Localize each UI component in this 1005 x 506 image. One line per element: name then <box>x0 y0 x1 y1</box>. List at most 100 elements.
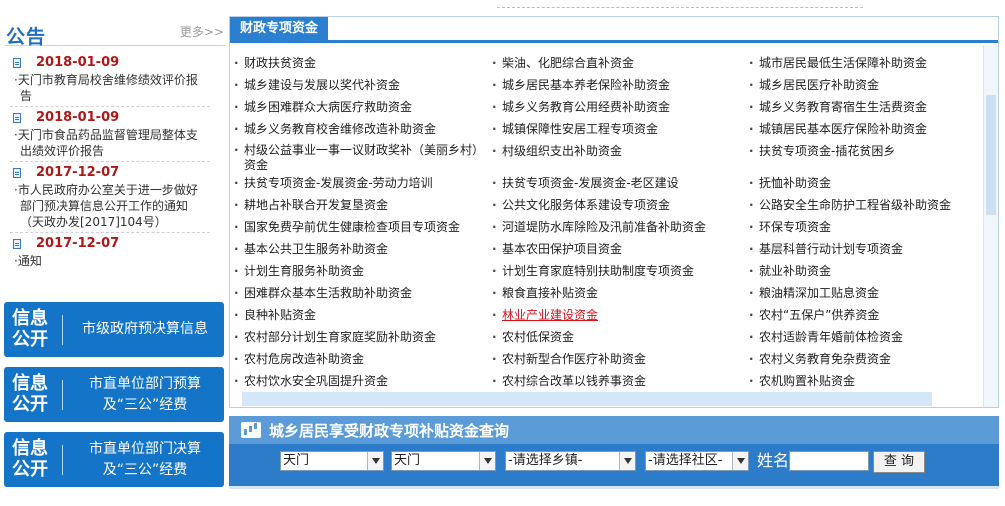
fund-link[interactable]: 基本公共卫生服务补助资金 <box>230 241 492 257</box>
notice-text[interactable]: ·天门市食品药品监督管理局整体支 <box>10 127 210 143</box>
fund-link[interactable]: 农村新型合作医疗补助资金 <box>488 351 744 367</box>
horizontal-scrollbar[interactable] <box>242 392 932 406</box>
fund-link[interactable]: 扶贫专项资金-插花贫困乡 <box>745 143 990 159</box>
fund-link[interactable]: 粮食直接补贴资金 <box>488 285 744 301</box>
fund-link[interactable]: 城乡困难群众大病医疗救助资金 <box>230 99 492 115</box>
county-select[interactable]: 天门 <box>391 451 496 471</box>
city-select[interactable]: 天门 <box>280 451 384 471</box>
fund-link[interactable]: 基本农田保护项目资金 <box>488 241 744 257</box>
fund-row: 农村部分计划生育家庭奖励补助资金农村低保资金农村适龄青年婚前体检资金 <box>230 329 990 351</box>
fund-row: 耕地占补联合开发复垦资金公共文化服务体系建设专项资金公路安全生命防护工程省级补助… <box>230 197 990 219</box>
fund-link[interactable]: 国家免费孕前优生健康检查项目专项资金 <box>230 219 492 235</box>
fund-link[interactable]: 城市居民最低生活保障补助资金 <box>745 55 990 71</box>
fund-link[interactable]: 公共文化服务体系建设专项资金 <box>488 197 744 213</box>
fund-link[interactable]: 城乡建设与发展以奖代补资金 <box>230 77 492 93</box>
document-icon <box>13 58 21 68</box>
notice-text[interactable]: ·天门市教育局校舍维修绩效评价报 <box>10 72 210 88</box>
notice-item[interactable]: 2017-12-07 ·市人民政府办公室关于进一步做好 部门预决算信息公开工作的… <box>10 164 210 233</box>
fund-link[interactable]: 农村综合改革以钱养事资金 <box>488 373 744 389</box>
notice-list: 2018-01-09 ·天门市教育局校舍维修绩效评价报 告 2018-01-09… <box>10 54 210 273</box>
fund-row: 困难群众基本生活救助补助资金粮食直接补贴资金粮油精深加工贴息资金 <box>230 285 990 307</box>
fund-link[interactable]: 农村危房改造补助资金 <box>230 351 492 367</box>
fund-link[interactable]: 计划生育家庭特别扶助制度专项资金 <box>488 263 744 279</box>
banner-divider <box>62 445 63 475</box>
fund-link[interactable]: 基层科普行动计划专项资金 <box>745 241 990 257</box>
fund-link[interactable]: 城镇保障性安居工程专项资金 <box>488 121 744 137</box>
document-icon <box>13 239 21 249</box>
banner-dept-budget[interactable]: 信息 公开 市直单位部门预算 及“三公”经费 <box>4 367 224 422</box>
vertical-scrollbar[interactable] <box>983 45 998 407</box>
banner-text: 市级政府预决算信息 <box>82 321 208 337</box>
fund-link[interactable]: 困难群众基本生活救助补助资金 <box>230 285 492 301</box>
fund-link[interactable]: 农村“五保户”供养资金 <box>745 307 990 323</box>
fund-link[interactable]: 农机购置补贴资金 <box>745 373 990 389</box>
fund-row: 农村危房改造补助资金农村新型合作医疗补助资金农村义务教育免杂费资金 <box>230 351 990 373</box>
fund-link[interactable]: 城乡义务教育寄宿生生活费资金 <box>745 99 990 115</box>
fund-link[interactable]: 农村低保资金 <box>488 329 744 345</box>
query-button[interactable]: 查 询 <box>873 451 925 473</box>
scrollbar-thumb[interactable] <box>986 95 996 215</box>
fund-link[interactable]: 农村义务教育免杂费资金 <box>745 351 990 367</box>
fund-row: 国家免费孕前优生健康检查项目专项资金河道堤防水库除险及汛前准备补助资金环保专项资… <box>230 219 990 241</box>
fund-row: 良种补贴资金林业产业建设资金农村“五保户”供养资金 <box>230 307 990 329</box>
notice-item[interactable]: 2018-01-09 ·天门市教育局校舍维修绩效评价报 告 <box>10 54 210 107</box>
chevron-down-icon[interactable] <box>367 452 383 470</box>
notice-header: 公告 更多>> <box>4 20 226 48</box>
fund-link[interactable]: 公路安全生命防护工程省级补助资金 <box>745 197 990 213</box>
chevron-down-icon[interactable] <box>479 452 495 470</box>
notice-text[interactable]: 出绩效评价报告 <box>10 143 210 159</box>
funds-grid: 财政扶贫资金柴油、化肥综合直补资金城市居民最低生活保障补助资金城乡建设与发展以奖… <box>230 55 990 395</box>
notice-item[interactable]: 2017-12-07 ·通知 <box>10 235 210 271</box>
fund-link[interactable]: 城乡义务教育公用经费补助资金 <box>488 99 744 115</box>
chevron-down-icon[interactable] <box>619 452 635 470</box>
chevron-down-icon[interactable] <box>732 452 748 470</box>
fund-link[interactable]: 抚恤补助资金 <box>745 175 990 191</box>
panel-tabbar: 财政专项资金 <box>230 17 998 43</box>
fund-row: 计划生育服务补助资金计划生育家庭特别扶助制度专项资金就业补助资金 <box>230 263 990 285</box>
fund-link[interactable]: 村级公益事业一事一议财政奖补（美丽乡村）资金 <box>230 143 492 173</box>
fund-link[interactable]: 城镇居民基本医疗保险补助资金 <box>745 121 990 137</box>
notice-text[interactable]: ·市人民政府办公室关于进一步做好 <box>10 182 210 198</box>
top-divider <box>497 0 863 8</box>
fund-link[interactable]: 河道堤防水库除险及汛前准备补助资金 <box>488 219 744 235</box>
fund-link[interactable]: 农村部分计划生育家庭奖励补助资金 <box>230 329 492 345</box>
fund-link[interactable]: 粮油精深加工贴息资金 <box>745 285 990 301</box>
banner-label: 信息 公开 <box>12 438 48 480</box>
fund-link[interactable]: 村级组织支出补助资金 <box>488 143 744 159</box>
fund-row: 村级公益事业一事一议财政奖补（美丽乡村）资金村级组织支出补助资金扶贫专项资金-插… <box>230 143 990 175</box>
fund-link[interactable]: 扶贫专项资金-发展资金-老区建设 <box>488 175 744 191</box>
notice-text[interactable]: ·通知 <box>10 253 210 269</box>
notice-text[interactable]: 部门预决算信息公开工作的通知 <box>10 198 210 214</box>
fund-link[interactable]: 城乡义务教育校舍维修改造补助资金 <box>230 121 492 137</box>
banner-budget-info[interactable]: 信息 公开 市级政府预决算信息 <box>4 302 224 357</box>
fund-link[interactable]: 城乡居民医疗补助资金 <box>745 77 990 93</box>
notice-date: 2018-01-09 <box>10 54 210 72</box>
fund-link[interactable]: 林业产业建设资金 <box>488 307 744 323</box>
township-select[interactable]: -请选择乡镇- <box>505 451 636 471</box>
fund-link[interactable]: 柴油、化肥综合直补资金 <box>488 55 744 71</box>
banner-label: 信息 公开 <box>12 308 48 350</box>
tab-special-funds[interactable]: 财政专项资金 <box>230 17 329 41</box>
name-input[interactable] <box>789 451 869 471</box>
fund-link[interactable]: 计划生育服务补助资金 <box>230 263 492 279</box>
document-icon <box>13 168 21 178</box>
fund-link[interactable]: 良种补贴资金 <box>230 307 492 323</box>
community-select[interactable]: -请选择社区- <box>645 451 749 471</box>
document-icon <box>13 113 21 123</box>
more-link[interactable]: 更多>> <box>180 23 224 40</box>
fund-link[interactable]: 财政扶贫资金 <box>230 55 492 71</box>
fund-row: 扶贫专项资金-发展资金-劳动力培训扶贫专项资金-发展资金-老区建设抚恤补助资金 <box>230 175 990 197</box>
fund-link[interactable]: 耕地占补联合开发复垦资金 <box>230 197 492 213</box>
fund-link[interactable]: 环保专项资金 <box>745 219 990 235</box>
notice-text[interactable]: （天政办发[2017]104号） <box>10 214 210 230</box>
fund-link[interactable]: 农村饮水安全巩固提升资金 <box>230 373 492 389</box>
banner-dept-final-accounts[interactable]: 信息 公开 市直单位部门决算 及“三公”经费 <box>4 432 224 487</box>
notice-text[interactable]: 告 <box>10 88 210 104</box>
notice-item[interactable]: 2018-01-09 ·天门市食品药品监督管理局整体支 出绩效评价报告 <box>10 109 210 162</box>
special-funds-panel: 财政专项资金 财政扶贫资金柴油、化肥综合直补资金城市居民最低生活保障补助资金城乡… <box>229 16 999 408</box>
fund-link[interactable]: 农村适龄青年婚前体检资金 <box>745 329 990 345</box>
banner-text: 市直单位部门预算 及“三公”经费 <box>89 375 201 413</box>
fund-link[interactable]: 城乡居民基本养老保险补助资金 <box>488 77 744 93</box>
fund-link[interactable]: 扶贫专项资金-发展资金-劳动力培训 <box>230 175 492 191</box>
fund-link[interactable]: 就业补助资金 <box>745 263 990 279</box>
